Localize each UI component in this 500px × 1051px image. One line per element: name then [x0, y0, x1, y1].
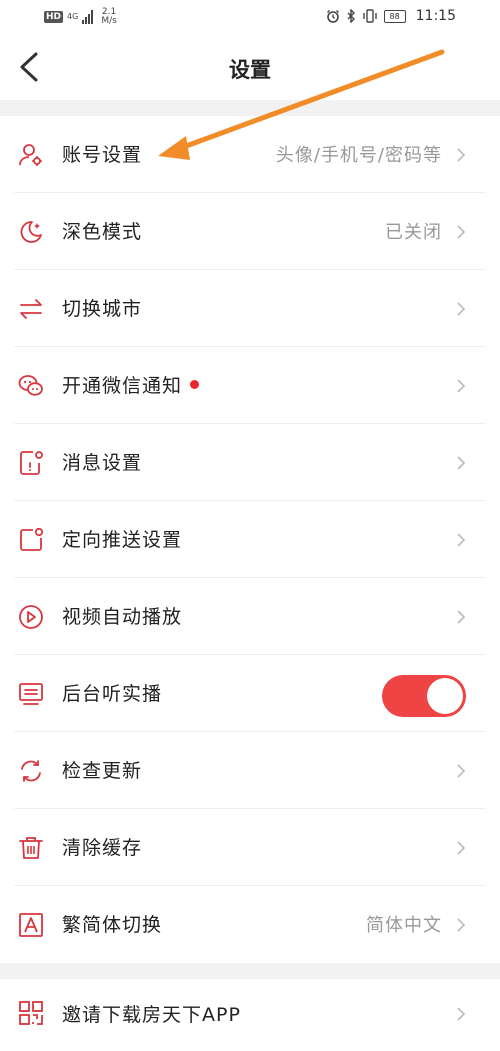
settings-row-invite[interactable]: 邀请下载房天下APP — [0, 976, 500, 1051]
settings-row-message[interactable]: 消息设置 — [0, 424, 500, 501]
invite-label: 邀请下载房天下APP — [62, 1004, 241, 1026]
account-value: 头像/手机号/密码等 — [275, 145, 442, 166]
chevron-right-icon — [457, 841, 466, 855]
battery-icon: 88 — [383, 9, 406, 23]
account-label: 账号设置 — [62, 144, 143, 166]
settings-row-clear-cache[interactable]: 清除缓存 — [0, 809, 500, 886]
background-listen-label: 后台听实播 — [62, 683, 163, 705]
dark-mode-label: 深色模式 — [62, 221, 143, 243]
chevron-right-icon — [457, 225, 466, 239]
settings-row-language[interactable]: 繁简体切换 简体中文 — [0, 886, 500, 963]
navigation-bar: 设置 — [0, 34, 500, 100]
qrcode-icon — [19, 1001, 43, 1025]
message-phone-icon — [20, 451, 43, 475]
alarm-icon — [326, 10, 339, 23]
status-right: 88 11:15 — [326, 8, 456, 24]
settings-row-push[interactable]: 定向推送设置 — [0, 501, 500, 578]
message-label: 消息设置 — [62, 452, 143, 474]
battery-level: 88 — [389, 11, 400, 21]
language-value: 简体中文 — [366, 915, 442, 936]
speed-unit: M/s — [101, 16, 117, 26]
settings-row-check-update[interactable]: 检查更新 — [0, 732, 500, 809]
language-label: 繁简体切换 — [62, 914, 163, 936]
network-type: 4G — [67, 12, 79, 21]
chevron-right-icon — [457, 302, 466, 316]
status-left: HD 4G 2.1 M/s — [44, 8, 117, 26]
signal-icon — [82, 10, 94, 24]
letter-a-icon — [19, 913, 43, 937]
status-bar: HD 4G 2.1 M/s 88 11:15 — [0, 0, 500, 34]
wechat-notify-label: 开通微信通知 — [62, 371, 200, 398]
page-title: 设置 — [229, 58, 271, 82]
push-label: 定向推送设置 — [62, 529, 183, 551]
settings-row-account[interactable]: 账号设置 头像/手机号/密码等 — [0, 116, 500, 193]
settings-row-switch-city[interactable]: 切换城市 — [0, 270, 500, 347]
clock: 11:15 — [415, 8, 456, 24]
vibrate-icon — [362, 9, 377, 23]
red-dot-badge — [190, 380, 200, 389]
chevron-right-icon — [457, 148, 466, 162]
push-notification-icon — [20, 527, 44, 551]
clear-cache-label: 清除缓存 — [62, 837, 143, 859]
chevron-right-icon — [457, 533, 466, 547]
monitor-icon — [19, 683, 43, 705]
settings-row-wechat-notify[interactable]: 开通微信通知 — [0, 347, 500, 424]
settings-row-video-autoplay[interactable]: 视频自动播放 — [0, 578, 500, 655]
account-gear-icon — [19, 144, 42, 166]
play-circle-icon — [19, 605, 43, 629]
section-divider — [0, 100, 500, 116]
check-update-label: 检查更新 — [62, 760, 143, 782]
chevron-right-icon — [457, 1007, 466, 1021]
swap-arrows-icon — [20, 299, 42, 319]
chevron-right-icon — [457, 379, 466, 393]
chevron-right-icon — [457, 456, 466, 470]
chevron-right-icon — [457, 918, 466, 932]
refresh-icon — [21, 760, 41, 782]
wechat-icon — [18, 375, 43, 396]
settings-row-dark-mode[interactable]: 深色模式 已关闭 — [0, 193, 500, 270]
video-autoplay-label: 视频自动播放 — [62, 606, 183, 628]
chevron-right-icon — [457, 610, 466, 624]
chevron-right-icon — [457, 764, 466, 778]
moon-icon — [20, 221, 42, 243]
dark-mode-value: 已关闭 — [385, 222, 442, 243]
trash-icon — [19, 837, 43, 859]
settings-row-background-listen: 后台听实播 — [0, 655, 500, 732]
hd-badge: HD — [44, 11, 64, 23]
network-speed: 2.1 M/s — [101, 8, 117, 26]
switch-city-label: 切换城市 — [62, 298, 143, 320]
background-listen-toggle[interactable] — [382, 675, 466, 717]
wechat-notify-text: 开通微信通知 — [62, 375, 183, 397]
toggle-knob — [427, 678, 463, 714]
bluetooth-icon — [347, 9, 355, 23]
